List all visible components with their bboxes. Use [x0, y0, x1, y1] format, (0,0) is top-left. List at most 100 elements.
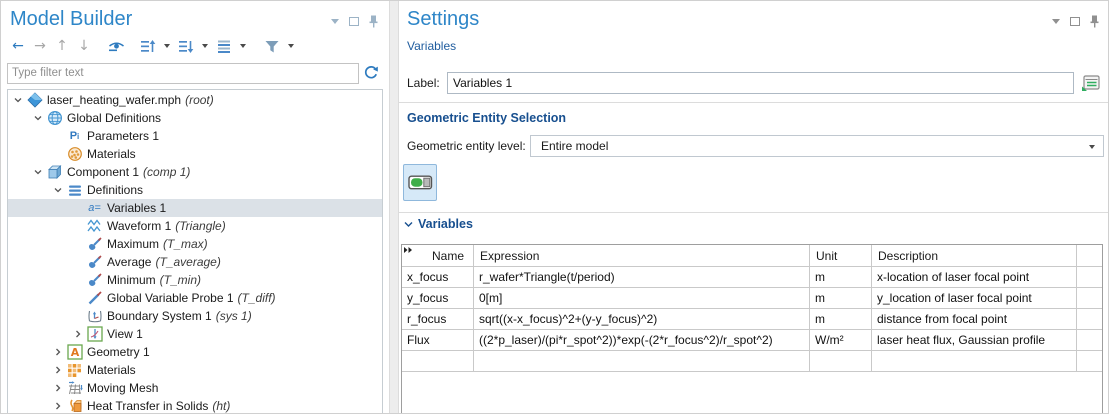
chevron-down-icon[interactable] [50, 185, 66, 195]
cell-name[interactable] [402, 351, 474, 372]
float-window-icon[interactable] [1069, 15, 1081, 27]
rename-note-icon[interactable] [1080, 72, 1102, 94]
column-header-description: Description [872, 245, 1077, 267]
cell-unit[interactable]: m [810, 288, 872, 309]
cell-filler [1077, 351, 1102, 372]
chevron-right-icon[interactable] [50, 401, 66, 411]
table-row: x_focus r_wafer*Triangle(t/period) m x-l… [402, 267, 1102, 288]
cell-expression[interactable]: ((2*p_laser)/(pi*r_spot^2))*exp(-(2*r_fo… [474, 330, 810, 351]
show-eye-icon[interactable] [107, 37, 125, 55]
tree-item-global-variable-probe-1[interactable]: Global Variable Probe 1 (T_diff) [8, 289, 382, 307]
cell-expression[interactable]: sqrt((x-x_focus)^2+(y-y_focus)^2) [474, 309, 810, 330]
refresh-icon[interactable] [359, 63, 383, 84]
cell-filler [1077, 267, 1102, 288]
column-header-unit: Unit [810, 245, 872, 267]
cell-name[interactable]: y_focus [402, 288, 474, 309]
tree-item-component-1[interactable]: Component 1 (comp 1) [8, 163, 382, 181]
boundary-system-axes-icon [86, 308, 103, 324]
tree-item-definitions[interactable]: Definitions [8, 181, 382, 199]
cell-name[interactable]: x_focus [402, 267, 474, 288]
parameters-icon: Pi [66, 130, 83, 142]
tree-item-moving-mesh[interactable]: Moving Mesh [8, 379, 382, 397]
settings-subtitle: Variables [407, 39, 456, 53]
settings-panel: Settings Variables Label: Geometric Enti… [399, 1, 1109, 414]
geometric-entity-level-select[interactable]: Entire model [530, 135, 1104, 157]
tree-item-variables-1[interactable]: a= Variables 1 [8, 199, 382, 217]
chevron-down-icon[interactable] [30, 113, 46, 123]
panel-menu-chevron-icon[interactable] [1050, 15, 1062, 27]
cell-description[interactable]: laser heat flux, Gaussian profile [872, 330, 1077, 351]
label-input[interactable] [447, 72, 1074, 94]
panel-splitter[interactable] [389, 1, 399, 414]
cell-name[interactable]: r_focus [402, 309, 474, 330]
chevron-down-icon[interactable] [30, 167, 46, 177]
geometry-icon: A [66, 344, 83, 360]
variables-table-header: Name Expression Unit Description [402, 245, 1102, 267]
tree-item-root[interactable]: laser_heating_wafer.mph (root) [8, 91, 382, 109]
move-down-arrow-icon[interactable]: ↓ [75, 37, 93, 55]
table-row: y_focus 0[m] m y_location of laser focal… [402, 288, 1102, 309]
active-toggle-button[interactable] [403, 164, 437, 201]
expand-all-caret-icon[interactable] [164, 44, 170, 48]
variables-table: Name Expression Unit Description x_focus… [401, 244, 1103, 414]
cell-description[interactable]: distance from focal point [872, 309, 1077, 330]
tree-item-parameters-1[interactable]: Pi Parameters 1 [8, 127, 382, 145]
tree-item-materials-global[interactable]: Materials [8, 145, 382, 163]
expand-all-list-up-icon[interactable] [139, 37, 157, 55]
tree-item-geometry-1[interactable]: A Geometry 1 [8, 343, 382, 361]
tree-item-waveform-1[interactable]: Waveform 1 (Triangle) [8, 217, 382, 235]
maximum-probe-icon [86, 236, 103, 252]
cell-description[interactable]: x-location of laser focal point [872, 267, 1077, 288]
active-toggle-on-icon [408, 175, 433, 190]
cell-expression[interactable]: r_wafer*Triangle(t/period) [474, 267, 810, 288]
cell-expression[interactable] [474, 351, 810, 372]
model-tree-node-text-icon[interactable] [215, 37, 233, 55]
forward-arrow-icon[interactable]: → [31, 37, 49, 55]
collapse-all-caret-icon[interactable] [202, 44, 208, 48]
variables-section-header[interactable]: Variables [403, 217, 473, 231]
tree-item-view-1[interactable]: View 1 [8, 325, 382, 343]
chevron-right-icon[interactable] [50, 365, 66, 375]
tree-item-maximum[interactable]: Maximum (T_max) [8, 235, 382, 253]
collapse-all-list-down-icon[interactable] [177, 37, 195, 55]
waveform-icon [86, 219, 103, 233]
back-arrow-icon[interactable]: ← [9, 37, 27, 55]
table-row: Flux ((2*p_laser)/(pi*r_spot^2))*exp(-(2… [402, 330, 1102, 351]
cell-filler [1077, 288, 1102, 309]
cell-name[interactable]: Flux [402, 330, 474, 351]
settings-window-buttons [1050, 15, 1100, 27]
cell-description[interactable]: y_location of laser focal point [872, 288, 1077, 309]
pin-icon[interactable] [367, 15, 379, 27]
moving-mesh-icon [66, 380, 83, 396]
chevron-right-icon[interactable] [70, 329, 86, 339]
tree-item-heat-transfer-in-solids[interactable]: Heat Transfer in Solids (ht) [8, 397, 382, 414]
tree-item-materials[interactable]: Materials [8, 361, 382, 379]
separator [399, 212, 1109, 213]
filter-funnel-icon[interactable] [263, 37, 281, 55]
cell-description[interactable] [872, 351, 1077, 372]
component-cube-icon [46, 164, 63, 180]
chevron-right-icon[interactable] [50, 347, 66, 357]
chevron-right-icon[interactable] [50, 383, 66, 393]
tree-item-boundary-system-1[interactable]: Boundary System 1 (sys 1) [8, 307, 382, 325]
chevron-down-icon[interactable] [10, 95, 26, 105]
move-up-arrow-icon[interactable]: ↑ [53, 37, 71, 55]
pin-icon[interactable] [1088, 15, 1100, 27]
cell-unit[interactable] [810, 351, 872, 372]
cell-unit[interactable]: W/m² [810, 330, 872, 351]
view-axes-icon [86, 326, 103, 342]
float-window-icon[interactable] [348, 15, 360, 27]
panel-menu-chevron-icon[interactable] [329, 15, 341, 27]
label-field-label: Label: [407, 76, 439, 90]
filter-caret-icon[interactable] [288, 44, 294, 48]
geometric-entity-selection-header[interactable]: Geometric Entity Selection [407, 111, 566, 125]
tree-item-global-definitions[interactable]: Global Definitions [8, 109, 382, 127]
cell-unit[interactable]: m [810, 267, 872, 288]
tree-item-minimum[interactable]: Minimum (T_min) [8, 271, 382, 289]
cell-expression[interactable]: 0[m] [474, 288, 810, 309]
cell-unit[interactable]: m [810, 309, 872, 330]
tree-item-average[interactable]: Average (T_average) [8, 253, 382, 271]
model-builder-panel: Model Builder ← → ↑ ↓ [1, 1, 389, 414]
filter-input[interactable] [7, 63, 359, 84]
model-tree-node-caret-icon[interactable] [240, 44, 246, 48]
